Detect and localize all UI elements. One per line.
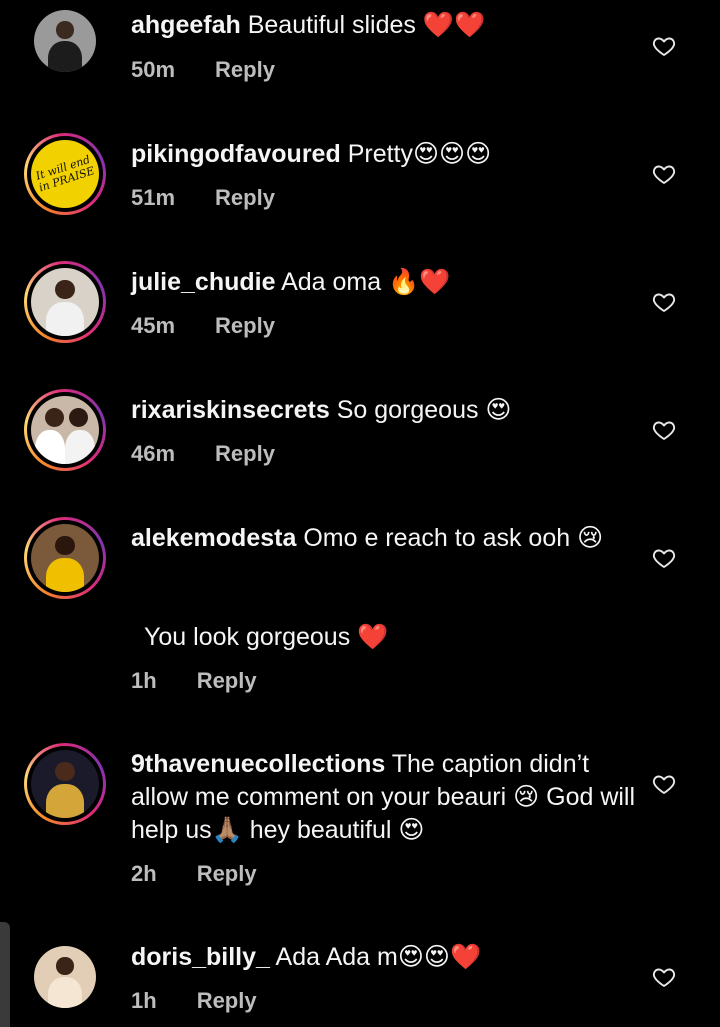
- avatar[interactable]: [24, 517, 106, 599]
- reply-button[interactable]: Reply: [215, 313, 275, 339]
- comment-time: 1h: [131, 668, 157, 693]
- username[interactable]: alekemodesta: [131, 524, 296, 552]
- comment-time: 46m: [131, 441, 176, 466]
- reply-button[interactable]: Reply: [215, 57, 275, 83]
- username[interactable]: doris_billy_: [131, 943, 270, 971]
- reply-button[interactable]: Reply: [215, 441, 275, 467]
- avatar[interactable]: It will end in PRAISE: [24, 133, 106, 215]
- comment-time: 50m: [131, 57, 176, 82]
- like-heart-icon[interactable]: [652, 290, 676, 314]
- like-heart-icon[interactable]: [652, 418, 676, 442]
- username[interactable]: pikingodfavoured: [131, 140, 341, 168]
- comment-text: Beautiful slides ❤️❤️: [247, 11, 486, 39]
- reply-button[interactable]: Reply: [197, 668, 257, 694]
- comment-time: 45m: [131, 313, 176, 338]
- comment-text: Ada oma 🔥❤️: [281, 268, 451, 296]
- reply-button[interactable]: Reply: [215, 185, 275, 211]
- comment-text: Ada Ada m😍😍❤️: [275, 943, 482, 971]
- comment-text: Omo e reach to ask ooh 😢: [303, 524, 604, 552]
- comment-text-continued: You look gorgeous ❤️: [144, 623, 389, 651]
- username[interactable]: ahgeefah: [131, 11, 241, 39]
- reply-button[interactable]: Reply: [197, 861, 257, 887]
- scroll-edge-handle[interactable]: [0, 922, 10, 1027]
- comment-text: Pretty😍😍😍: [347, 140, 492, 168]
- avatar[interactable]: [24, 936, 106, 1018]
- username[interactable]: 9thavenuecollections: [131, 750, 385, 778]
- comment-time: 2h: [131, 861, 157, 886]
- reply-button[interactable]: Reply: [197, 988, 257, 1014]
- username[interactable]: julie_chudie: [131, 268, 275, 296]
- like-heart-icon[interactable]: [652, 965, 676, 989]
- avatar-sign-text: It will end in PRAISE: [34, 152, 97, 195]
- like-heart-icon[interactable]: [652, 162, 676, 186]
- avatar[interactable]: [24, 0, 106, 82]
- like-heart-icon[interactable]: [652, 772, 676, 796]
- comment-time: 51m: [131, 185, 176, 210]
- avatar[interactable]: [24, 261, 106, 343]
- comment-text: So gorgeous 😍: [336, 396, 512, 424]
- username[interactable]: rixariskinsecrets: [131, 396, 330, 424]
- avatar[interactable]: [24, 743, 106, 825]
- like-heart-icon[interactable]: [652, 34, 676, 58]
- avatar[interactable]: [24, 389, 106, 471]
- comment-time: 1h: [131, 988, 157, 1013]
- like-heart-icon[interactable]: [652, 546, 676, 570]
